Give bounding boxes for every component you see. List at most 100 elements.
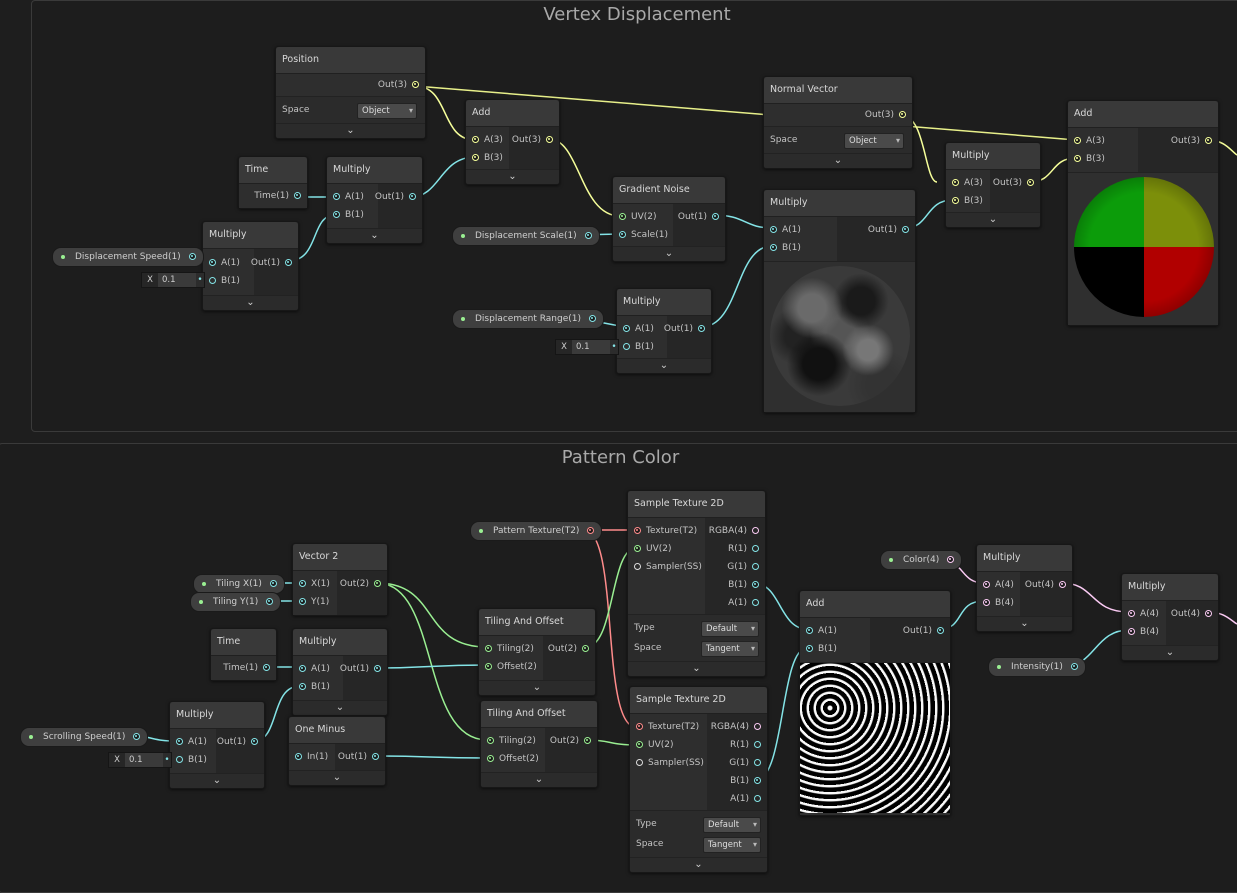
out-port-a[interactable]: A(1) xyxy=(728,594,765,612)
in-port-tiling[interactable]: Tiling(2) xyxy=(481,732,536,750)
intensity-property[interactable]: Intensity(1) xyxy=(988,657,1086,677)
port-dot-icon[interactable] xyxy=(1074,155,1081,162)
collapse-chevron-icon[interactable]: ⌄ xyxy=(289,770,385,785)
in-port-a[interactable]: A(1) xyxy=(170,733,207,751)
collapse-chevron-icon[interactable]: ⌄ xyxy=(764,153,912,168)
out-port[interactable]: Out(1) xyxy=(375,188,422,206)
port-dot-icon[interactable] xyxy=(409,193,416,200)
port-dot-icon[interactable] xyxy=(636,741,643,748)
tiling-y-property[interactable]: Tiling Y(1) xyxy=(190,592,282,612)
in-port-b[interactable]: B(1) xyxy=(327,206,364,224)
collapse-chevron-icon[interactable]: ⌄ xyxy=(481,772,597,787)
collapse-chevron-icon[interactable]: ⌄ xyxy=(327,228,422,243)
out-port-r[interactable]: R(1) xyxy=(730,736,767,754)
in-port-x[interactable]: X(1) xyxy=(293,575,330,593)
port-dot-icon[interactable] xyxy=(472,136,479,143)
collapse-chevron-icon[interactable]: ⌄ xyxy=(613,246,725,261)
in-port-uv[interactable]: UV(2) xyxy=(630,736,674,754)
out-port-g[interactable]: G(1) xyxy=(727,558,765,576)
out-port[interactable]: Out(4) xyxy=(1025,576,1072,594)
collapse-chevron-icon[interactable]: ⌄ xyxy=(293,700,387,715)
port-dot-icon[interactable] xyxy=(294,192,301,199)
in-port-offset[interactable]: Offset(2) xyxy=(481,750,539,768)
port-dot-icon[interactable] xyxy=(209,277,216,284)
out-port[interactable]: Out(2) xyxy=(340,575,387,593)
port-dot-icon[interactable] xyxy=(546,136,553,143)
sample-texture-node-1[interactable]: Sample Texture 2D Texture(T2) UV(2) Samp… xyxy=(627,490,766,677)
out-port[interactable]: Time(1) xyxy=(223,659,276,677)
port-dot-icon[interactable] xyxy=(176,756,183,763)
port-dot-icon[interactable] xyxy=(485,663,492,670)
port-dot-icon[interactable] xyxy=(133,733,141,740)
port-dot-icon[interactable] xyxy=(806,645,813,652)
port-dot-icon[interactable] xyxy=(754,777,761,784)
port-dot-icon[interactable] xyxy=(1205,137,1212,144)
multiply-noise-node[interactable]: Multiply A(1) B(1) Out(1) xyxy=(763,189,916,413)
in-port-a[interactable]: A(4) xyxy=(1122,605,1159,623)
out-port[interactable]: Out(1) xyxy=(251,254,298,272)
collapse-chevron-icon[interactable]: ⌄ xyxy=(628,661,765,676)
port-dot-icon[interactable] xyxy=(754,795,761,802)
port-dot-icon[interactable] xyxy=(619,213,626,220)
port-dot-icon[interactable] xyxy=(752,599,759,606)
in-port-b[interactable]: B(1) xyxy=(764,239,801,257)
port-dot-icon[interactable] xyxy=(333,193,340,200)
out-port-b[interactable]: B(1) xyxy=(728,576,765,594)
port-dot-icon[interactable] xyxy=(770,244,777,251)
inline-value-field[interactable]: X 0.1 • xyxy=(555,339,619,355)
out-port-b[interactable]: B(1) xyxy=(730,772,767,790)
port-dot-icon[interactable] xyxy=(209,259,216,266)
port-dot-icon[interactable] xyxy=(266,598,274,605)
scrolling-speed-property[interactable]: Scrolling Speed(1) xyxy=(20,727,149,747)
add-final-node[interactable]: Add A(3) B(3) Out(3) xyxy=(1067,100,1219,326)
port-dot-icon[interactable] xyxy=(636,759,643,766)
value-input[interactable]: 0.1 xyxy=(158,273,196,287)
pattern-texture-property[interactable]: Pattern Texture(T2) xyxy=(470,521,603,541)
type-dropdown[interactable]: Default xyxy=(701,621,759,637)
port-dot-icon[interactable] xyxy=(619,231,626,238)
port-dot-icon[interactable] xyxy=(899,111,906,118)
port-dot-icon[interactable] xyxy=(372,753,379,760)
port-dot-icon[interactable] xyxy=(584,232,592,239)
port-dot-icon[interactable] xyxy=(1128,628,1135,635)
in-port-a[interactable]: A(1) xyxy=(293,660,330,678)
out-port-rgba[interactable]: RGBA(4) xyxy=(709,522,765,540)
gradient-noise-node[interactable]: Gradient Noise UV(2) Scale(1) Out(1) ⌄ xyxy=(612,176,726,262)
out-port[interactable]: Out(3) xyxy=(865,106,912,124)
out-port-rgba[interactable]: RGBA(4) xyxy=(711,718,767,736)
in-port-a[interactable]: A(1) xyxy=(800,622,837,640)
port-dot-icon[interactable] xyxy=(487,737,494,744)
port-dot-icon[interactable] xyxy=(176,738,183,745)
port-dot-icon[interactable] xyxy=(333,211,340,218)
add-pattern-node[interactable]: Add A(1) B(1) Out(1) xyxy=(799,590,951,816)
multiply-speed-node[interactable]: Multiply A(1) B(1) Out(1) ⌄ xyxy=(202,221,299,311)
collapse-chevron-icon[interactable]: ⌄ xyxy=(479,680,595,695)
collapse-chevron-icon[interactable]: ⌄ xyxy=(276,123,425,138)
out-port[interactable]: Out(2) xyxy=(550,732,597,750)
multiply-normal-node[interactable]: Multiply A(3) B(3) Out(3) ⌄ xyxy=(945,142,1041,228)
port-dot-icon[interactable] xyxy=(754,723,761,730)
multiply-final-node[interactable]: Multiply A(4) B(4) Out(4) ⌄ xyxy=(1121,573,1219,661)
port-dot-icon[interactable] xyxy=(487,755,494,762)
collapse-chevron-icon[interactable]: ⌄ xyxy=(617,358,711,373)
port-dot-icon[interactable] xyxy=(952,179,959,186)
in-port-b[interactable]: B(1) xyxy=(617,338,654,356)
out-port[interactable]: Out(1) xyxy=(217,733,264,751)
in-port-texture[interactable]: Texture(T2) xyxy=(630,718,699,736)
collapse-chevron-icon[interactable]: ⌄ xyxy=(630,857,767,872)
in-port-b[interactable]: B(1) xyxy=(203,272,240,290)
port-dot-icon[interactable] xyxy=(1205,610,1212,617)
port-dot-icon[interactable] xyxy=(1128,610,1135,617)
in-port-uv[interactable]: UV(2) xyxy=(628,540,672,558)
position-node[interactable]: Position Out(3) Space Object ⌄ xyxy=(275,46,426,139)
port-dot-icon[interactable] xyxy=(374,580,381,587)
add-position-node[interactable]: Add A(3) B(3) Out(3) ⌄ xyxy=(465,99,560,185)
in-port-a[interactable]: A(1) xyxy=(764,221,801,239)
port-dot-icon[interactable] xyxy=(374,665,381,672)
port-dot-icon[interactable] xyxy=(1070,663,1078,670)
port-dot-icon[interactable] xyxy=(584,737,591,744)
in-port-uv[interactable]: UV(2) xyxy=(613,208,657,226)
port-dot-icon[interactable] xyxy=(634,545,641,552)
out-port-g[interactable]: G(1) xyxy=(729,754,767,772)
in-port-b[interactable]: B(1) xyxy=(800,640,837,658)
